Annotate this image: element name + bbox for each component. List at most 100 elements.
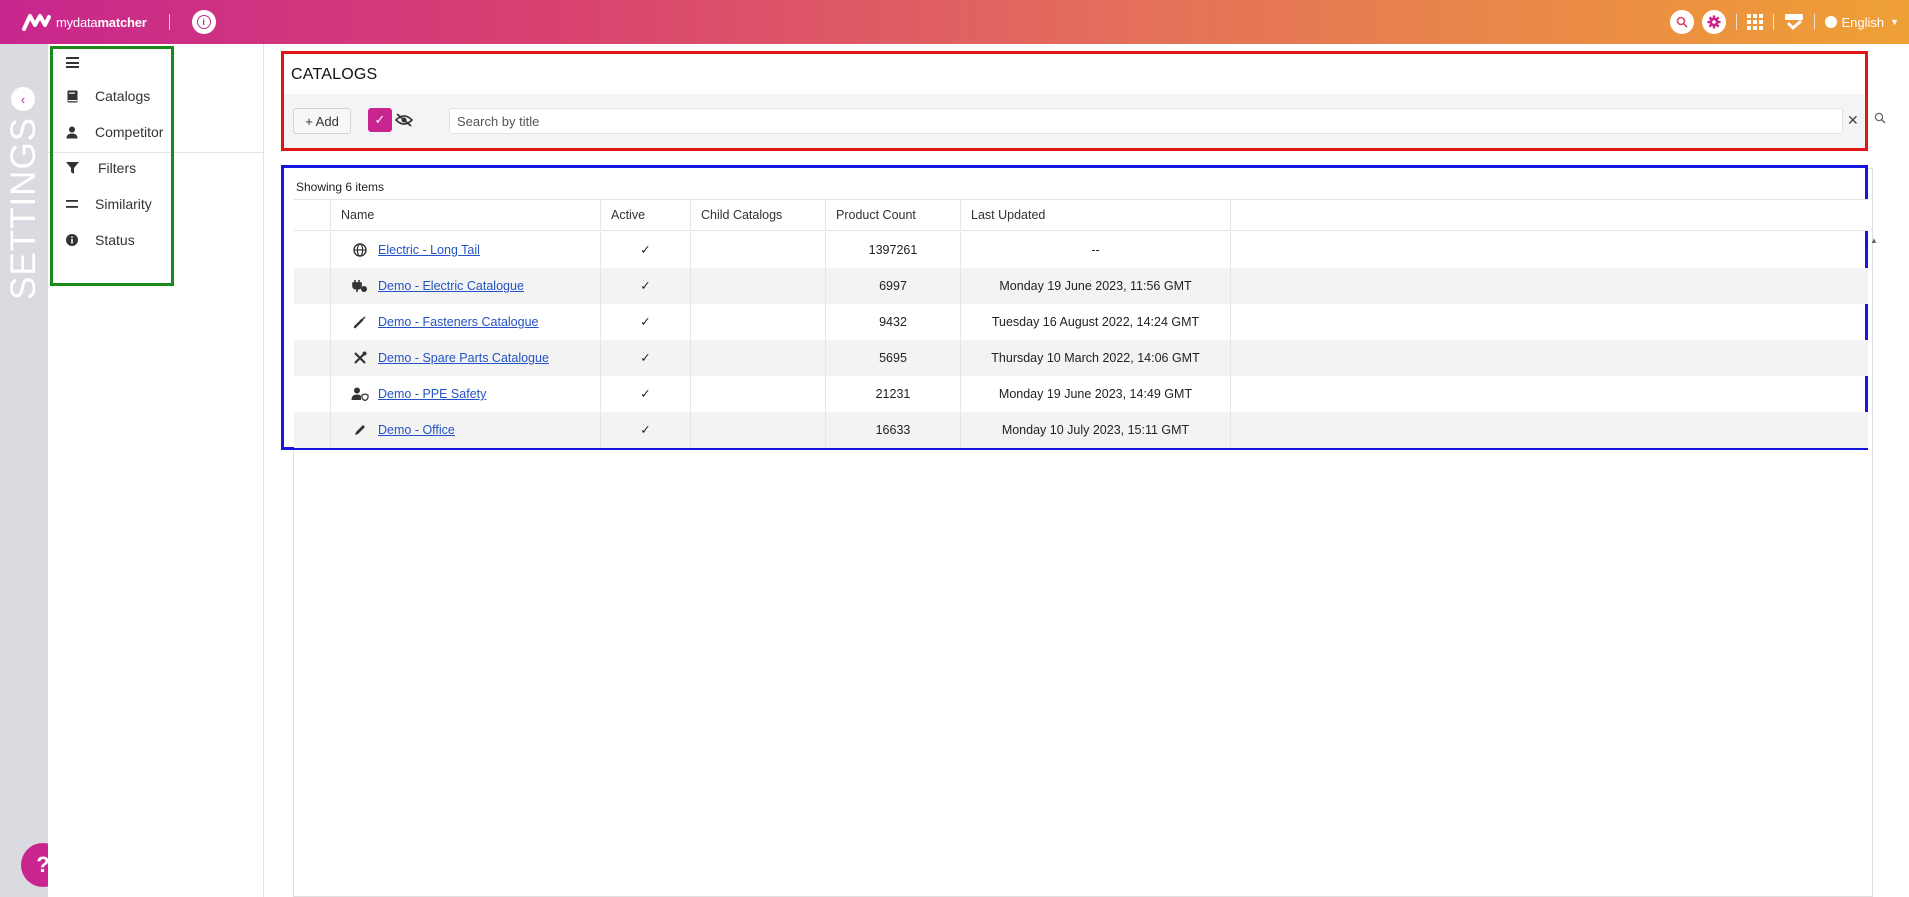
data-check-icon[interactable] bbox=[1784, 13, 1804, 31]
table-row[interactable]: Demo - Office ✓ 16633 Monday 10 July 202… bbox=[294, 412, 1868, 448]
catalog-link[interactable]: Demo - Spare Parts Catalogue bbox=[378, 340, 549, 376]
table-row[interactable]: Demo - PPE Safety ✓ 21231 Monday 19 June… bbox=[294, 376, 1868, 412]
logo-text: mydatamatcher bbox=[56, 14, 147, 30]
last-updated-cell: Tuesday 16 August 2022, 14:24 GMT bbox=[961, 304, 1231, 340]
item-count: Showing 6 items bbox=[296, 180, 385, 194]
catalogs-table: Showing 6 items Name Active Child Catalo… bbox=[281, 165, 1868, 450]
active-check: ✓ bbox=[601, 376, 691, 412]
col-last-updated[interactable]: Last Updated bbox=[961, 200, 1231, 230]
globe-icon bbox=[1825, 16, 1838, 28]
topbar-divider bbox=[168, 14, 170, 30]
topbar-divider bbox=[1736, 14, 1738, 30]
product-count-cell: 9432 bbox=[826, 304, 961, 340]
product-count-cell: 1397261 bbox=[826, 232, 961, 268]
top-bar: mydatamatcher i English ▼ bbox=[0, 0, 1909, 44]
info-icon: i bbox=[196, 15, 211, 29]
catalog-link[interactable]: Demo - Office bbox=[378, 412, 455, 448]
info-button[interactable]: i bbox=[191, 10, 216, 34]
language-label: English bbox=[1841, 14, 1885, 30]
menu-item-label: Similarity bbox=[95, 196, 152, 212]
scroll-up-arrow[interactable]: ▲ bbox=[1870, 236, 1878, 245]
catalog-link[interactable]: Demo - Electric Catalogue bbox=[378, 268, 524, 304]
logo-mark-icon bbox=[22, 14, 51, 31]
chevron-left-icon: ‹ bbox=[20, 91, 26, 107]
child-catalogs-cell bbox=[691, 376, 826, 412]
search-icon bbox=[1677, 16, 1689, 28]
menu-item-similarity[interactable]: Similarity bbox=[65, 196, 152, 212]
menu-item-filters[interactable]: Filters bbox=[65, 160, 136, 176]
add-catalog-button[interactable]: + Add bbox=[293, 108, 351, 134]
gear-icon bbox=[1707, 15, 1721, 29]
last-updated-cell: Monday 10 July 2023, 15:11 GMT bbox=[961, 412, 1231, 448]
col-name[interactable]: Name bbox=[331, 200, 601, 230]
app-logo[interactable]: mydatamatcher bbox=[22, 13, 147, 31]
menu-item-competitor[interactable]: Competitor bbox=[65, 124, 163, 140]
show-active-toggle[interactable]: ✓ bbox=[368, 108, 392, 132]
catalogs-header: CATALOGS + Add ✓ ✕ bbox=[281, 51, 1886, 151]
tools-icon bbox=[351, 351, 369, 365]
globe-icon bbox=[351, 243, 369, 257]
show-hidden-toggle[interactable] bbox=[392, 108, 416, 132]
equals-icon bbox=[65, 200, 79, 208]
pencil-icon bbox=[351, 423, 369, 437]
user-icon bbox=[65, 126, 79, 139]
search-icon[interactable] bbox=[1874, 112, 1886, 127]
catalog-link[interactable]: Electric - Long Tail bbox=[378, 232, 480, 268]
child-catalogs-cell bbox=[691, 268, 826, 304]
clear-search-icon[interactable]: ✕ bbox=[1847, 112, 1859, 129]
header-title-area bbox=[284, 54, 1865, 94]
menu-item-label: Competitor bbox=[95, 124, 164, 140]
menu-item-label: Filters bbox=[98, 160, 137, 176]
last-updated-cell: Monday 19 June 2023, 14:49 GMT bbox=[961, 376, 1231, 412]
col-product-count[interactable]: Product Count bbox=[826, 200, 961, 230]
book-icon bbox=[65, 90, 79, 103]
col-active[interactable]: Active bbox=[601, 200, 691, 230]
table-row[interactable]: Demo - Fasteners Catalogue ✓ 9432 Tuesda… bbox=[294, 304, 1868, 340]
check-icon: ✓ bbox=[374, 112, 386, 127]
active-check: ✓ bbox=[601, 412, 691, 448]
settings-panel: Catalogs Competitor Filters Similarity S… bbox=[48, 44, 264, 897]
last-updated-cell: Monday 19 June 2023, 11:56 GMT bbox=[961, 268, 1231, 304]
topbar-divider bbox=[1773, 14, 1775, 30]
global-search-button[interactable] bbox=[1670, 10, 1695, 34]
screwdriver-icon bbox=[351, 315, 369, 329]
settings-menu: Catalogs Competitor Filters Similarity S… bbox=[50, 46, 174, 286]
catalog-link[interactable]: Demo - PPE Safety bbox=[378, 376, 486, 412]
plug-icon bbox=[351, 279, 369, 293]
child-catalogs-cell bbox=[691, 340, 826, 376]
caret-down-icon: ▼ bbox=[1890, 17, 1899, 27]
user-shield-icon bbox=[351, 387, 369, 401]
menu-item-status[interactable]: Status bbox=[65, 232, 135, 248]
menu-item-label: Catalogs bbox=[95, 88, 151, 104]
collapse-button[interactable]: ‹ bbox=[11, 87, 35, 111]
menu-item-label: Status bbox=[95, 232, 135, 248]
search-input[interactable] bbox=[449, 108, 1843, 134]
catalog-link[interactable]: Demo - Fasteners Catalogue bbox=[378, 304, 539, 340]
col-child-catalogs[interactable]: Child Catalogs bbox=[691, 200, 826, 230]
last-updated-cell: Thursday 10 March 2022, 14:06 GMT bbox=[961, 340, 1231, 376]
visibility-toggle-group: ✓ bbox=[368, 108, 416, 132]
settings-rail: ‹ SETTINGS bbox=[0, 44, 48, 897]
eye-slash-icon bbox=[395, 113, 413, 127]
page-title: CATALOGS bbox=[291, 66, 378, 83]
menu-item-catalogs[interactable]: Catalogs bbox=[65, 88, 150, 104]
table-row[interactable]: Demo - Electric Catalogue ✓ 6997 Monday … bbox=[294, 268, 1868, 304]
col-select bbox=[294, 200, 331, 230]
product-count-cell: 6997 bbox=[826, 268, 961, 304]
product-count-cell: 5695 bbox=[826, 340, 961, 376]
hamburger-icon[interactable] bbox=[66, 57, 79, 68]
settings-button[interactable] bbox=[1702, 10, 1727, 34]
product-count-cell: 16633 bbox=[826, 412, 961, 448]
active-check: ✓ bbox=[601, 268, 691, 304]
language-selector[interactable]: English ▼ bbox=[1825, 15, 1899, 30]
info-icon bbox=[65, 234, 79, 246]
child-catalogs-cell bbox=[691, 304, 826, 340]
product-count-cell: 21231 bbox=[826, 376, 961, 412]
active-check: ✓ bbox=[601, 304, 691, 340]
child-catalogs-cell bbox=[691, 412, 826, 448]
table-row[interactable]: Demo - Spare Parts Catalogue ✓ 5695 Thur… bbox=[294, 340, 1868, 376]
filter-icon bbox=[65, 162, 79, 174]
table-header: Name Active Child Catalogs Product Count… bbox=[294, 199, 1868, 231]
table-row[interactable]: Electric - Long Tail ✓ 1397261 -- bbox=[294, 232, 1868, 268]
apps-grid-icon[interactable] bbox=[1747, 14, 1764, 30]
